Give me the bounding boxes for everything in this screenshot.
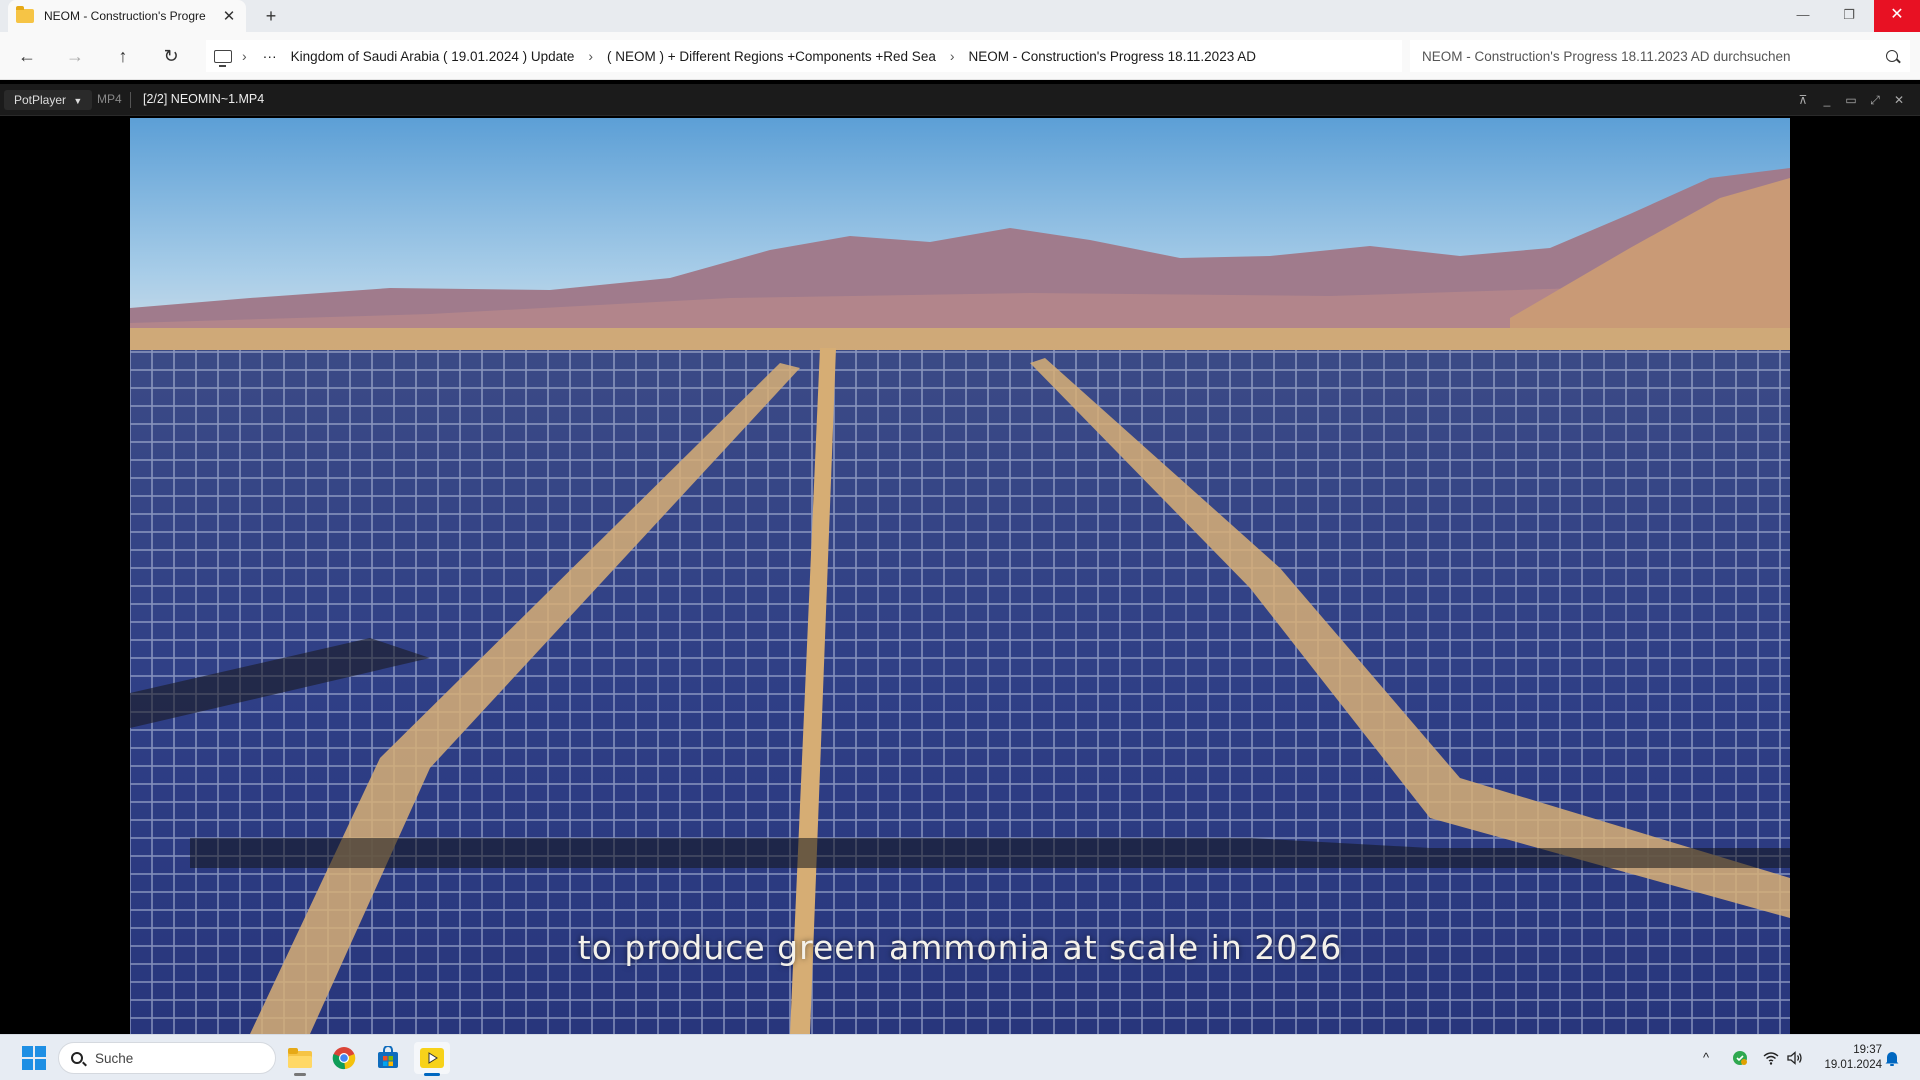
solar-farm-scene (130, 118, 1790, 1034)
search-icon[interactable] (1886, 50, 1898, 62)
player-title-bar: PotPlayer ▼ MP4 [2/2] NEOMIN~1.MP4 ⊼ _ ▭… (0, 84, 1920, 116)
refresh-button[interactable]: ↻ (156, 42, 186, 70)
windows-start-icon[interactable] (22, 1046, 46, 1070)
chrome-icon[interactable] (326, 1042, 362, 1074)
player-maximize-button[interactable]: ▭ (1840, 90, 1862, 110)
breadcrumb-separator[interactable]: › (950, 48, 955, 64)
pin-icon[interactable]: ⊼ (1792, 90, 1814, 110)
breadcrumb-overflow-button[interactable]: ··· (263, 48, 277, 64)
breadcrumb-item-construction-progress[interactable]: NEOM - Construction's Progress 18.11.202… (969, 49, 1256, 64)
potplayer-taskbar-icon[interactable] (414, 1042, 450, 1076)
file-explorer-icon[interactable] (282, 1042, 318, 1076)
microsoft-store-icon[interactable] (370, 1042, 406, 1074)
window-close-button[interactable]: ✕ (1874, 0, 1920, 32)
player-close-button[interactable]: ✕ (1888, 90, 1910, 110)
minimize-button[interactable]: — (1780, 0, 1826, 32)
volume-icon[interactable] (1784, 1035, 1806, 1080)
video-frame[interactable]: to produce green ammonia at scale in 202… (130, 118, 1790, 1034)
wifi-icon[interactable] (1760, 1035, 1782, 1080)
potplayer-window: PotPlayer ▼ MP4 [2/2] NEOMIN~1.MP4 ⊼ _ ▭… (0, 84, 1920, 1034)
video-file-name: [2/2] NEOMIN~1.MP4 (143, 92, 265, 106)
folder-icon (16, 6, 34, 23)
taskbar-search-input[interactable]: Suche (58, 1042, 276, 1074)
restore-button[interactable]: ❐ (1826, 0, 1872, 32)
search-icon (71, 1052, 83, 1064)
explorer-tab-bar: NEOM - Construction's Progre ✕ + — ❐ ✕ (0, 0, 1920, 32)
security-shield-icon[interactable] (1728, 1035, 1752, 1080)
breadcrumb: › ··· Kingdom of Saudi Arabia ( 19.01.20… (206, 40, 1402, 72)
clock-date: 19.01.2024 (1824, 1059, 1882, 1071)
taskbar-clock[interactable]: 19:37 19.01.2024 (1810, 1043, 1882, 1073)
player-fullscreen-button[interactable]: ⤢ (1864, 90, 1886, 110)
running-indicator (424, 1073, 440, 1076)
breadcrumb-item-kingdom[interactable]: Kingdom of Saudi Arabia ( 19.01.2024 ) U… (291, 49, 575, 64)
tab-close-button[interactable]: ✕ (220, 7, 238, 25)
search-placeholder: NEOM - Construction's Progress 18.11.202… (1422, 48, 1791, 64)
player-minimize-button[interactable]: _ (1816, 90, 1838, 110)
screen: NEOM - Construction's Progre ✕ + — ❐ ✕ ←… (0, 0, 1920, 1080)
computer-icon[interactable] (214, 49, 232, 67)
explorer-search-input[interactable]: NEOM - Construction's Progress 18.11.202… (1410, 40, 1910, 72)
tab-title: NEOM - Construction's Progre (44, 9, 206, 23)
breadcrumb-separator[interactable]: › (242, 48, 247, 64)
new-tab-button[interactable]: + (258, 4, 284, 28)
taskbar: Suche ^ 19:37 19.01.2024 (0, 1034, 1920, 1080)
clock-time: 19:37 (1853, 1044, 1882, 1056)
explorer-address-bar: ← → ↑ ↻ › ··· Kingdom of Saudi Arabia ( … (0, 32, 1920, 80)
title-divider (130, 92, 131, 108)
chevron-down-icon: ▼ (73, 96, 83, 106)
taskbar-search-placeholder: Suche (95, 1050, 134, 1066)
video-format-label: MP4 (97, 92, 122, 106)
forward-button[interactable]: → (60, 42, 90, 70)
up-button[interactable]: ↑ (108, 42, 138, 70)
breadcrumb-separator[interactable]: › (588, 48, 593, 64)
explorer-tab[interactable]: NEOM - Construction's Progre ✕ (8, 0, 246, 32)
back-button[interactable]: ← (12, 42, 42, 70)
video-subtitle: to produce green ammonia at scale in 202… (577, 928, 1343, 967)
potplayer-brand-label: PotPlayer (14, 93, 67, 107)
potplayer-menu-button[interactable]: PotPlayer ▼ (4, 90, 93, 110)
tray-overflow-chevron-icon[interactable]: ^ (1694, 1035, 1718, 1080)
notification-bell-icon[interactable] (1884, 1049, 1900, 1067)
running-indicator (294, 1073, 306, 1076)
breadcrumb-item-neom-regions[interactable]: ( NEOM ) + Different Regions +Components… (607, 49, 936, 64)
